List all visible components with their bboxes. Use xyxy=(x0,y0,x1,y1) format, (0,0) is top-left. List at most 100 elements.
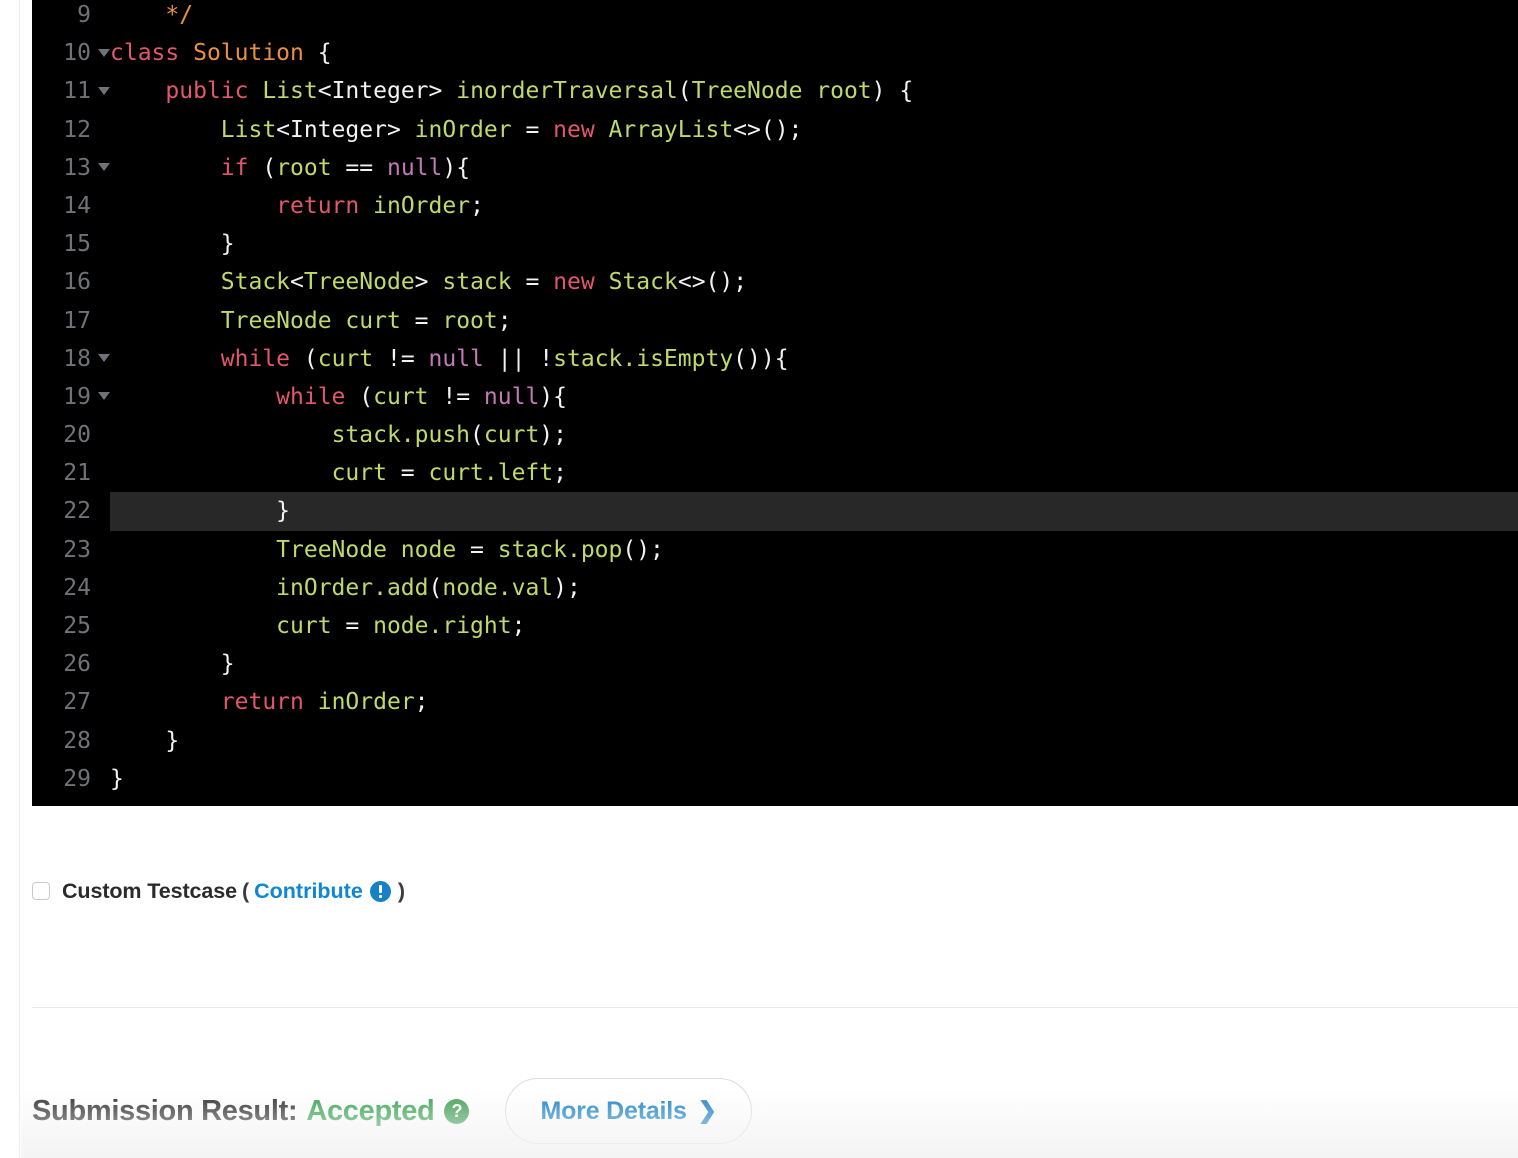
code-line-text: class Solution { xyxy=(110,34,1518,72)
code-token: <>(); xyxy=(677,269,748,296)
line-number-gutter: 28 xyxy=(32,722,110,760)
code-line[interactable]: 10 class Solution { xyxy=(32,34,1518,72)
line-number-gutter: 20 xyxy=(32,416,110,454)
exclamation-circle-icon[interactable] xyxy=(369,880,391,902)
code-token: stack xyxy=(442,269,512,296)
line-number-gutter: 14 xyxy=(32,187,110,225)
code-line-text: return inOrder; xyxy=(110,683,1518,721)
open-paren: ( xyxy=(241,878,250,903)
code-token: TreeNode xyxy=(303,269,415,296)
custom-testcase-row: Custom Testcase ( Contribute ) xyxy=(32,874,410,908)
contribute-link[interactable]: Contribute xyxy=(254,879,363,904)
code-token: <>(); xyxy=(733,116,803,143)
code-line[interactable]: 9 */ xyxy=(32,0,1518,34)
code-line[interactable]: 26 } xyxy=(32,645,1518,683)
code-line[interactable]: 20 stack.push(curt); xyxy=(32,416,1518,454)
code-line[interactable]: 18 while (curt != null || !stack.isEmpty… xyxy=(32,340,1518,378)
code-line[interactable]: 17 TreeNode curt = root; xyxy=(32,302,1518,340)
code-token: = xyxy=(511,116,554,143)
code-line-text: TreeNode curt = root; xyxy=(110,302,1518,340)
code-token: curt.left xyxy=(428,460,554,487)
code-token: ){ xyxy=(442,154,471,181)
code-line[interactable]: 23 TreeNode node = stack.pop(); xyxy=(32,531,1518,569)
line-number: 20 xyxy=(63,422,91,449)
code-line[interactable]: 11 public List<Integer> inorderTraversal… xyxy=(32,72,1518,110)
code-token: curt xyxy=(317,345,374,372)
fold-arrow-icon[interactable] xyxy=(98,392,110,401)
code-token: = xyxy=(456,536,498,563)
code-line[interactable]: 28 } xyxy=(32,722,1518,760)
code-token: <Integer> xyxy=(317,78,443,105)
line-number-gutter: 26 xyxy=(32,645,110,683)
fold-arrow-icon[interactable] xyxy=(98,86,110,95)
code-line[interactable]: 21 curt = curt.left; xyxy=(32,454,1518,492)
code-line-text: public List<Integer> inorderTraversal(Tr… xyxy=(110,72,1518,110)
code-line[interactable]: 14 return inOrder; xyxy=(32,187,1518,225)
code-line[interactable]: 27 return inOrder; xyxy=(32,683,1518,721)
line-number-gutter: 15 xyxy=(32,225,110,263)
code-token: ; xyxy=(511,613,526,639)
code-token: List xyxy=(220,116,277,143)
code-line[interactable]: 15 } xyxy=(32,225,1518,263)
line-number-gutter: 23 xyxy=(32,531,110,569)
section-divider xyxy=(32,1007,1518,1008)
line-number: 18 xyxy=(63,345,91,372)
line-number-gutter: 22 xyxy=(32,492,110,530)
code-token: curt xyxy=(373,383,429,410)
code-line[interactable]: 19 while (curt != null){ xyxy=(32,378,1518,416)
custom-testcase-checkbox[interactable] xyxy=(32,882,50,900)
code-token: ); xyxy=(539,422,567,449)
code-line[interactable]: 29} xyxy=(32,760,1518,798)
fold-arrow-icon[interactable] xyxy=(98,48,110,57)
line-number: 12 xyxy=(63,116,91,143)
line-number-gutter: 11 xyxy=(32,72,110,110)
code-token: ); xyxy=(553,574,581,601)
code-line[interactable]: 25 curt = node.right; xyxy=(32,607,1518,645)
submission-result-label: Submission Result: xyxy=(32,1094,298,1127)
code-line[interactable]: 22 } xyxy=(32,492,1518,531)
line-number: 28 xyxy=(63,727,91,754)
question-mark-circle-icon[interactable]: ? xyxy=(444,1098,470,1124)
code-token: } xyxy=(110,651,235,678)
code-editor[interactable]: 9 */10 class Solution {11 public List<Int… xyxy=(32,0,1518,806)
fold-arrow-icon[interactable] xyxy=(98,163,110,172)
fold-arrow-icon[interactable] xyxy=(98,354,110,363)
code-token: inOrder xyxy=(373,192,471,219)
code-line[interactable]: 12 List<Integer> inOrder = new ArrayList… xyxy=(32,111,1518,149)
code-token: root xyxy=(276,154,332,181)
code-token: <Integer> xyxy=(276,116,401,143)
line-number: 27 xyxy=(63,689,91,716)
code-token: Stack xyxy=(220,269,291,296)
code-line[interactable]: 13 if (root == null){ xyxy=(32,149,1518,187)
code-token: return xyxy=(220,689,304,716)
code-token: null xyxy=(483,383,540,410)
code-line[interactable]: 24 inOrder.add(node.val); xyxy=(32,569,1518,607)
more-details-button[interactable]: More Details ❯ xyxy=(505,1078,752,1144)
code-line[interactable]: 16 Stack<TreeNode> stack = new Stack<>()… xyxy=(32,263,1518,301)
page-root: 9 */10 class Solution {11 public List<Int… xyxy=(0,0,1518,1158)
code-line-text: */ xyxy=(110,0,1518,34)
code-token: new xyxy=(553,116,595,143)
line-number-gutter: 16 xyxy=(32,263,110,301)
line-number: 9 xyxy=(77,2,91,28)
code-token: ; xyxy=(553,460,567,487)
code-token: Stack xyxy=(608,269,678,296)
code-lines-container[interactable]: 9 */10 class Solution {11 public List<Int… xyxy=(32,0,1518,798)
line-number: 24 xyxy=(63,574,91,601)
code-token: List xyxy=(262,78,318,105)
line-number: 16 xyxy=(63,269,91,296)
code-token: ( xyxy=(345,383,374,410)
